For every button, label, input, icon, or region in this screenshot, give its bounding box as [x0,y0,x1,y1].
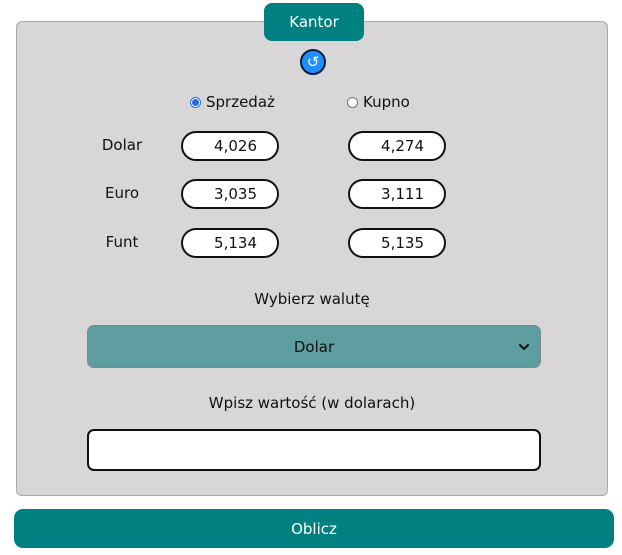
radio-sell[interactable]: Sprzedaż [190,93,275,111]
refresh-icon: ↺ [306,52,320,71]
chevron-down-icon [519,344,529,350]
rate-label-dolar: Dolar [101,136,143,154]
sell-rate-dolar[interactable]: 4,026 [181,131,279,161]
sell-rate-euro[interactable]: 3,035 [181,179,279,209]
kantor-app: Kantor ↺ Sprzedaż Kupno Dolar 4,026 4,27… [0,0,622,555]
currency-select-label: Wybierz walutę [254,290,370,308]
calculate-button[interactable]: Oblicz [14,509,614,548]
refresh-button[interactable]: ↺ [300,49,326,75]
sell-rate-funt[interactable]: 5,134 [181,228,279,258]
radio-sell-indicator[interactable] [190,96,201,108]
radio-buy-label: Kupno [363,93,410,111]
rate-label-euro: Euro [105,184,139,202]
amount-input[interactable] [87,429,541,471]
buy-rate-dolar[interactable]: 4,274 [348,131,446,161]
amount-input-label: Wpisz wartość (w dolarach) [208,394,416,412]
buy-rate-euro[interactable]: 3,111 [348,179,446,209]
currency-select-value: Dolar [293,337,335,356]
radio-sell-label: Sprzedaż [206,93,275,111]
exchange-panel [16,21,608,496]
currency-select[interactable]: Dolar [87,325,541,368]
radio-buy[interactable]: Kupno [347,93,410,111]
radio-buy-indicator[interactable] [347,96,358,108]
app-title: Kantor [264,3,364,41]
rate-label-funt: Funt [105,233,139,251]
buy-rate-funt[interactable]: 5,135 [348,228,446,258]
